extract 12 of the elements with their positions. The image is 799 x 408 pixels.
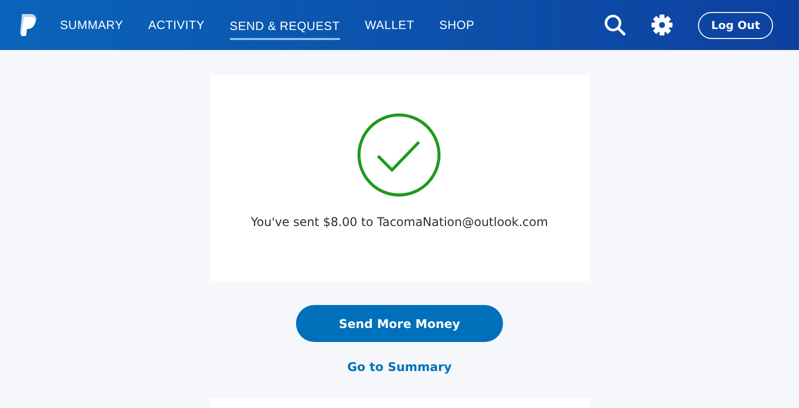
nav-tab[interactable]: WALLET	[364, 0, 414, 50]
summary-link[interactable]: Go to Summary	[347, 360, 452, 374]
settings-icon[interactable]	[651, 14, 674, 36]
nav-tab[interactable]: SUMMARY	[60, 0, 124, 50]
send-more-money-button[interactable]: Send More Money	[296, 305, 503, 342]
logout-button[interactable]: Log Out	[698, 12, 773, 38]
nav-tab[interactable]: ACTIVITY	[148, 0, 205, 50]
nav-tab[interactable]: SHOP	[439, 0, 474, 50]
search-icon[interactable]	[604, 14, 626, 36]
confirmation-message: You've sent $8.00 to TacomaNation@outlook.com	[250, 215, 548, 229]
logo-icon[interactable]	[18, 14, 38, 36]
checkmark-icon	[356, 113, 440, 197]
